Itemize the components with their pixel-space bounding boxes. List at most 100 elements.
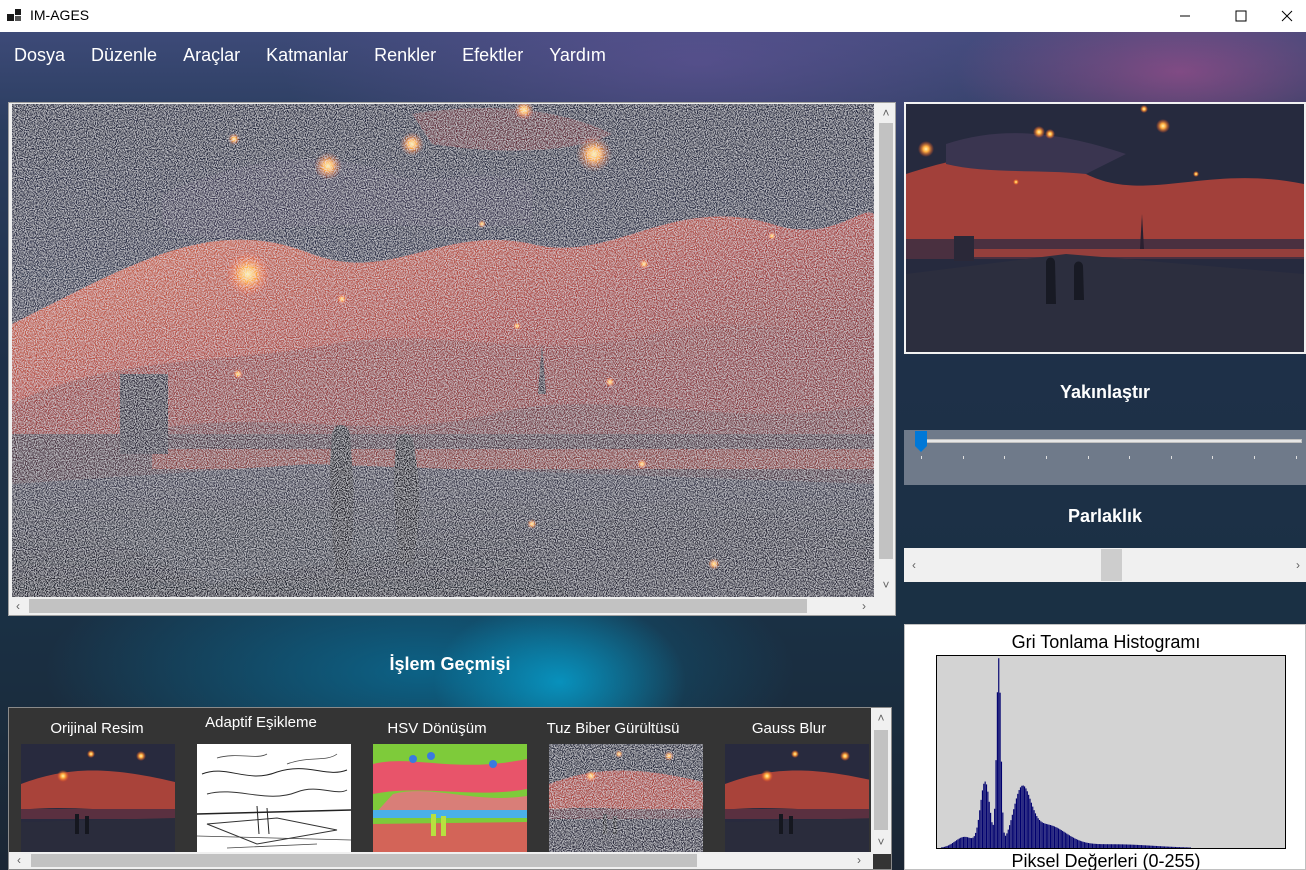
histogram-bar bbox=[1183, 847, 1185, 848]
brightness-thumb[interactable] bbox=[1101, 549, 1122, 581]
histogram-bar bbox=[999, 692, 1001, 848]
menu-efektler[interactable]: Efektler bbox=[449, 40, 536, 74]
history-item-label: Orijinal Resim bbox=[50, 720, 144, 737]
history-thumb-original[interactable] bbox=[21, 744, 175, 852]
menu-katmanlar[interactable]: Katmanlar bbox=[253, 40, 361, 74]
menu-araclar[interactable]: Araçlar bbox=[170, 40, 253, 74]
histogram-bar bbox=[957, 839, 959, 848]
histogram-bar bbox=[1003, 832, 1005, 848]
histogram-bar bbox=[1131, 844, 1133, 848]
histogram-bar bbox=[1075, 839, 1077, 848]
histogram-bar bbox=[995, 760, 997, 848]
zoom-tick bbox=[1254, 456, 1255, 459]
histogram-bar bbox=[985, 784, 988, 848]
main-image-panel[interactable]: ˄ ˅ ‹ › bbox=[8, 102, 896, 616]
histogram-bar bbox=[1052, 825, 1054, 848]
histogram-bar bbox=[961, 837, 963, 848]
histogram-bar bbox=[1043, 823, 1045, 848]
histogram-bar bbox=[962, 836, 964, 848]
brightness-left-icon[interactable]: ‹ bbox=[906, 557, 922, 573]
histogram-bar bbox=[1159, 846, 1162, 848]
menu-yardim[interactable]: Yardım bbox=[536, 40, 619, 74]
menu-duzenle[interactable]: Düzenle bbox=[78, 40, 170, 74]
histogram-bar bbox=[1149, 845, 1151, 848]
histogram-bar bbox=[1116, 844, 1118, 848]
histogram-bar bbox=[1087, 843, 1090, 848]
histogram-bar bbox=[941, 847, 943, 848]
scroll-down-icon[interactable]: ˅ bbox=[878, 577, 894, 593]
history-vscroll-thumb[interactable] bbox=[874, 730, 888, 830]
history-scroll-down-icon[interactable]: ˅ bbox=[873, 834, 889, 850]
histogram-bar bbox=[992, 824, 994, 848]
histogram-bar bbox=[1048, 824, 1050, 848]
histogram-bar bbox=[1151, 845, 1153, 848]
histogram-bar bbox=[1106, 844, 1109, 848]
histogram-bar bbox=[1022, 785, 1024, 848]
histogram-bar bbox=[1019, 787, 1022, 848]
menu-dosya[interactable]: Dosya bbox=[0, 40, 78, 74]
brightness-scrollbar[interactable]: ‹ › bbox=[904, 548, 1306, 582]
maximize-button[interactable] bbox=[1218, 0, 1264, 32]
scroll-up-icon[interactable]: ˄ bbox=[878, 105, 894, 121]
histogram-bar bbox=[969, 837, 971, 848]
zoom-tick bbox=[1212, 456, 1213, 459]
histogram-bar bbox=[1009, 825, 1011, 848]
histogram-bar bbox=[1113, 844, 1115, 848]
history-thumb-blur[interactable] bbox=[725, 744, 869, 852]
histogram-bar bbox=[1006, 833, 1008, 848]
histogram-bar bbox=[1049, 825, 1051, 848]
zoom-trackbar[interactable] bbox=[904, 430, 1306, 485]
histogram-bar bbox=[1029, 798, 1031, 848]
histogram-bar bbox=[1094, 843, 1096, 848]
histogram-bar bbox=[1077, 839, 1079, 848]
histogram-bar bbox=[977, 819, 979, 848]
brightness-label: Parlaklık bbox=[1067, 506, 1143, 526]
histogram-bar bbox=[1018, 790, 1020, 848]
main-hscroll-thumb[interactable] bbox=[29, 599, 807, 613]
history-horizontal-scrollbar[interactable]: ‹ › bbox=[9, 852, 873, 869]
history-item-label: Tuz Biber Gürültüsü bbox=[546, 720, 680, 737]
history-thumb-threshold[interactable] bbox=[197, 744, 351, 852]
history-scroll-right-icon[interactable]: › bbox=[851, 852, 867, 868]
main-image[interactable] bbox=[12, 104, 874, 597]
histogram-bar bbox=[1101, 844, 1103, 848]
history-scroll-up-icon[interactable]: ˄ bbox=[873, 710, 889, 726]
history-item-label: Gauss Blur bbox=[751, 720, 827, 737]
histogram-bar bbox=[1081, 841, 1083, 848]
history-scroll-left-icon[interactable]: ‹ bbox=[11, 852, 27, 868]
histogram-bar bbox=[1059, 829, 1061, 848]
zoom-thumb[interactable] bbox=[915, 431, 927, 453]
minimize-button[interactable] bbox=[1162, 0, 1208, 32]
histogram-bar bbox=[1102, 844, 1104, 848]
main-horizontal-scrollbar[interactable]: ‹ › bbox=[9, 597, 879, 615]
histogram-bar bbox=[1010, 820, 1012, 848]
histogram-bar bbox=[976, 827, 978, 848]
histogram-bar bbox=[953, 842, 955, 848]
histogram-bar bbox=[1025, 788, 1027, 848]
histogram-bar bbox=[1164, 846, 1166, 848]
brightness-right-icon[interactable]: › bbox=[1290, 557, 1306, 573]
menu-bar: Dosya Düzenle Araçlar Katmanlar Renkler … bbox=[0, 40, 619, 74]
history-thumb-hsv[interactable] bbox=[373, 744, 527, 852]
histogram-bar bbox=[994, 808, 996, 848]
close-button[interactable] bbox=[1264, 0, 1306, 32]
histogram-bar bbox=[1177, 847, 1179, 848]
menu-renkler[interactable]: Renkler bbox=[361, 40, 449, 74]
histogram-bar bbox=[1188, 847, 1190, 848]
scroll-left-icon[interactable]: ‹ bbox=[10, 598, 26, 614]
histogram-bar bbox=[1146, 845, 1148, 848]
histogram-bar bbox=[1055, 827, 1057, 848]
histogram-bar bbox=[1007, 829, 1009, 848]
histogram-bar bbox=[1082, 841, 1084, 848]
main-vscroll-thumb[interactable] bbox=[879, 123, 893, 559]
histogram-bar bbox=[1150, 845, 1152, 848]
app-icon bbox=[7, 9, 21, 21]
history-vertical-scrollbar[interactable]: ˄ ˅ bbox=[871, 708, 891, 854]
histogram-bar bbox=[964, 836, 966, 848]
history-hscroll-thumb[interactable] bbox=[31, 854, 697, 867]
main-vertical-scrollbar[interactable]: ˄ ˅ bbox=[877, 103, 895, 598]
histogram-bar bbox=[1132, 844, 1134, 848]
history-thumb-noise[interactable] bbox=[549, 744, 703, 852]
histogram-bar bbox=[1038, 820, 1041, 848]
scroll-right-icon[interactable]: › bbox=[856, 598, 872, 614]
